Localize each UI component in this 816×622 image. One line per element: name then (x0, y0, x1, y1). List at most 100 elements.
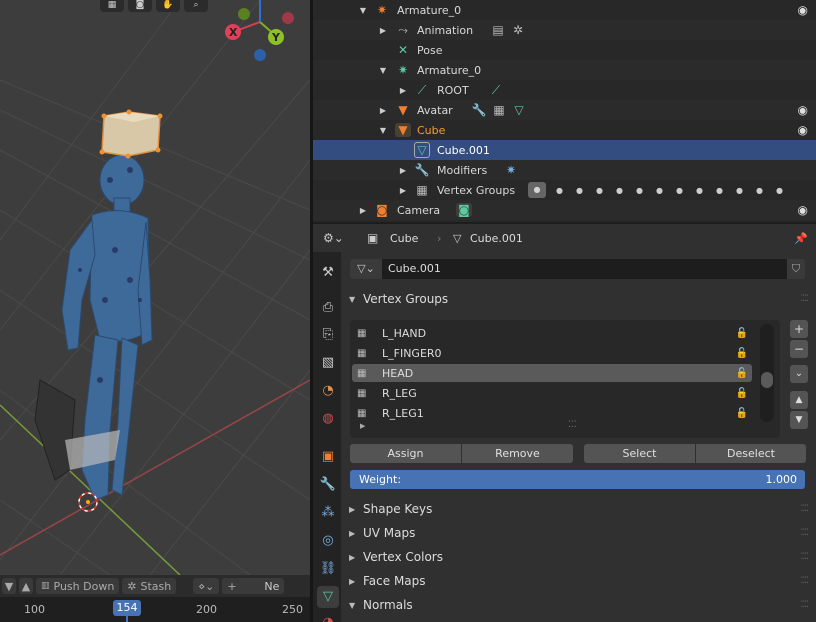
view-layer-tab-icon[interactable]: ▧ (317, 352, 339, 374)
lock-icon[interactable]: 🔓 (736, 408, 748, 419)
expand-arrow-icon[interactable]: ▶ (398, 186, 408, 195)
lock-icon[interactable]: 🔓 (736, 388, 748, 399)
physics-tab-icon[interactable]: ◎ (317, 530, 339, 552)
add-vertex-group-button[interactable]: + (790, 320, 808, 338)
triangle-up-icon[interactable]: ▲ (19, 578, 33, 594)
editor-type-icon[interactable]: ⚙⌄ (323, 231, 344, 245)
3d-viewport[interactable]: X Y ▦ ◙ ✋ ⌕ (0, 0, 310, 575)
outliner-row-camera[interactable]: ▶ ◙ Camera ◙ ◉ (313, 200, 816, 220)
expand-arrow-icon[interactable]: ▶ (398, 166, 408, 175)
outliner[interactable]: ▼ ✷ Armature_0 ◉ ▶ ⤳ Animation ▤ ✲ ✕ Pos… (313, 0, 816, 222)
vertex-group-dot-icon: ● (716, 185, 723, 195)
vertex-colors-section-header[interactable]: ▶ Vertex Colors ⁚⁚⁚⁚ (341, 546, 816, 568)
outliner-row-armature[interactable]: ▼ ✷ Armature_0 ◉ (313, 0, 816, 20)
drag-grip-icon[interactable]: ⁚⁚⁚⁚ (801, 576, 810, 586)
list-item[interactable]: ▦ L_FINGER0 🔓 (352, 344, 752, 362)
camera-view-icon[interactable]: ◙ (128, 0, 152, 12)
vertex-group-specials-menu[interactable]: ⌄ (790, 365, 808, 383)
drag-grip-icon[interactable]: ⁚⁚⁚⁚ (801, 600, 810, 610)
list-resize-grip-icon[interactable]: ⁚⁚⁚ (568, 420, 577, 430)
eye-icon[interactable]: ◉ (798, 3, 808, 17)
navigation-gizmo[interactable]: X Y (225, 0, 294, 61)
push-down-button[interactable]: ▥ Push Down (36, 578, 120, 594)
hand-pan-icon[interactable]: ✋ (156, 0, 180, 12)
uv-maps-section-header[interactable]: ▶ UV Maps ⁚⁚⁚⁚ (341, 522, 816, 544)
zoom-icon[interactable]: ⌕ (184, 0, 208, 12)
mesh-browse-dropdown[interactable]: ▽⌄ (350, 259, 382, 279)
outliner-row-armature-data[interactable]: ▼ ✷ Armature_0 (313, 60, 816, 80)
mesh-data-icon: ▽ (453, 231, 462, 245)
object-tab-icon[interactable]: ▣ (317, 446, 339, 468)
collapse-arrow-icon[interactable]: ▼ (378, 126, 388, 135)
deselect-button[interactable]: Deselect (696, 444, 806, 463)
scrollbar-thumb[interactable] (761, 372, 773, 388)
move-down-button[interactable]: ▼ (790, 411, 808, 429)
properties-tabs: ⚒ ⎙ ⎘ ▧ ◔ ◍ ▣ 🔧 ⁂ ◎ ⛓ ▽ ◕ (313, 252, 341, 622)
lock-icon[interactable]: 🔓 (736, 368, 748, 379)
weight-slider[interactable]: Weight: 1.000 (350, 470, 805, 489)
outliner-row-root[interactable]: ▶ ⟋ ROOT ⟋ (313, 80, 816, 100)
list-scrollbar[interactable] (760, 324, 774, 422)
lock-icon[interactable]: 🔓 (736, 348, 748, 359)
normals-section-header[interactable]: ▼ Normals ⁚⁚⁚⁚ (341, 594, 816, 616)
assign-button[interactable]: Assign (350, 444, 461, 463)
outliner-row-cube-mesh[interactable]: ▽ Cube.001 (313, 140, 816, 160)
remove-button[interactable]: Remove (462, 444, 573, 463)
outliner-row-modifiers[interactable]: ▶ 🔧 Modifiers ✷ (313, 160, 816, 180)
world-tab-icon[interactable]: ◍ (317, 408, 339, 430)
collapse-arrow-icon[interactable]: ▼ (358, 6, 368, 15)
eye-icon[interactable]: ◉ (798, 203, 808, 217)
mesh-data-icon: ▽ (414, 142, 430, 158)
shape-keys-section-header[interactable]: ▶ Shape Keys ⁚⁚⁚⁚ (341, 498, 816, 520)
list-item[interactable]: ▦ R_LEG1 🔓 (352, 404, 752, 422)
expand-arrow-icon[interactable]: ▶ (378, 26, 388, 35)
stash-button[interactable]: ✲ Stash (122, 578, 177, 594)
vertex-group-list[interactable]: ▦ L_HAND 🔓 ▦ L_FINGER0 🔓 ▦ HEAD 🔓 ▦ R_LE… (350, 320, 780, 438)
mesh-name-field[interactable]: Cube.001 (382, 259, 787, 279)
outliner-row-avatar[interactable]: ▶ ▼ Avatar 🔧 ▦ ▽ ◉ (313, 100, 816, 120)
lock-icon[interactable]: 🔓 (736, 328, 748, 339)
particles-tab-icon[interactable]: ⁂ (317, 502, 339, 524)
tool-tab-icon[interactable]: ⚒ (317, 262, 339, 284)
filter-options-arrow-icon[interactable]: ▶ (360, 422, 365, 430)
remove-vertex-group-button[interactable]: − (790, 340, 808, 358)
pin-icon[interactable]: 📌 (794, 232, 808, 245)
outliner-row-cube[interactable]: ▼ ▼ Cube ◉ (313, 120, 816, 140)
grid-view-icon[interactable]: ▦ (100, 0, 124, 12)
drag-grip-icon[interactable]: ⁚⁚⁚⁚ (801, 504, 810, 514)
fake-user-shield-icon[interactable]: ⛉ (787, 259, 805, 279)
outliner-row-animation[interactable]: ▶ ⤳ Animation ▤ ✲ (313, 20, 816, 40)
outliner-row-vertex-groups[interactable]: ▶ ▦ Vertex Groups ● ● ● ● ● ● ● ● ● ● ● … (313, 180, 816, 200)
vertex-groups-section-header[interactable]: ▼ Vertex Groups ⁚⁚⁚⁚ (341, 288, 816, 310)
eye-icon[interactable]: ◉ (798, 123, 808, 137)
list-item[interactable]: ▦ L_HAND 🔓 (352, 324, 752, 342)
face-maps-section-header[interactable]: ▶ Face Maps ⁚⁚⁚⁚ (341, 570, 816, 592)
expand-arrow-icon[interactable]: ▶ (398, 86, 408, 95)
modifiers-tab-icon[interactable]: 🔧 (317, 474, 339, 496)
render-tab-icon[interactable]: ⎙ (317, 297, 339, 319)
material-tab-icon[interactable]: ◕ (317, 612, 339, 622)
scene-tab-icon[interactable]: ◔ (317, 380, 339, 402)
current-frame-indicator[interactable]: 154 (113, 600, 141, 616)
expand-arrow-icon[interactable]: ▶ (378, 106, 388, 115)
action-browse-dropdown[interactable]: ⋄⌄ (193, 578, 220, 594)
list-item[interactable]: ▦ HEAD 🔓 (352, 364, 752, 382)
expand-arrow-icon[interactable]: ▶ (358, 206, 368, 215)
list-item[interactable]: ▦ R_LEG 🔓 (352, 384, 752, 402)
constraints-tab-icon[interactable]: ⛓ (317, 558, 339, 580)
drag-grip-icon[interactable]: ⁚⁚⁚⁚ (801, 294, 810, 304)
outliner-row-pose[interactable]: ✕ Pose (313, 40, 816, 60)
output-tab-icon[interactable]: ⎘ (317, 324, 339, 346)
eye-icon[interactable]: ◉ (798, 103, 808, 117)
timeline-ruler[interactable]: 100 200 250 154 (0, 597, 310, 622)
outliner-label: Avatar (417, 103, 453, 117)
mesh-data-tab-icon[interactable]: ▽ (317, 586, 339, 608)
drag-grip-icon[interactable]: ⁚⁚⁚⁚ (801, 528, 810, 538)
bone-icon: ⟋ (491, 82, 501, 97)
new-action-button[interactable]: + Ne (222, 578, 285, 594)
move-up-button[interactable]: ▲ (790, 391, 808, 409)
select-button[interactable]: Select (584, 444, 695, 463)
collapse-arrow-icon[interactable]: ▼ (378, 66, 388, 75)
drag-grip-icon[interactable]: ⁚⁚⁚⁚ (801, 552, 810, 562)
triangle-down-icon[interactable]: ▼ (2, 578, 16, 594)
